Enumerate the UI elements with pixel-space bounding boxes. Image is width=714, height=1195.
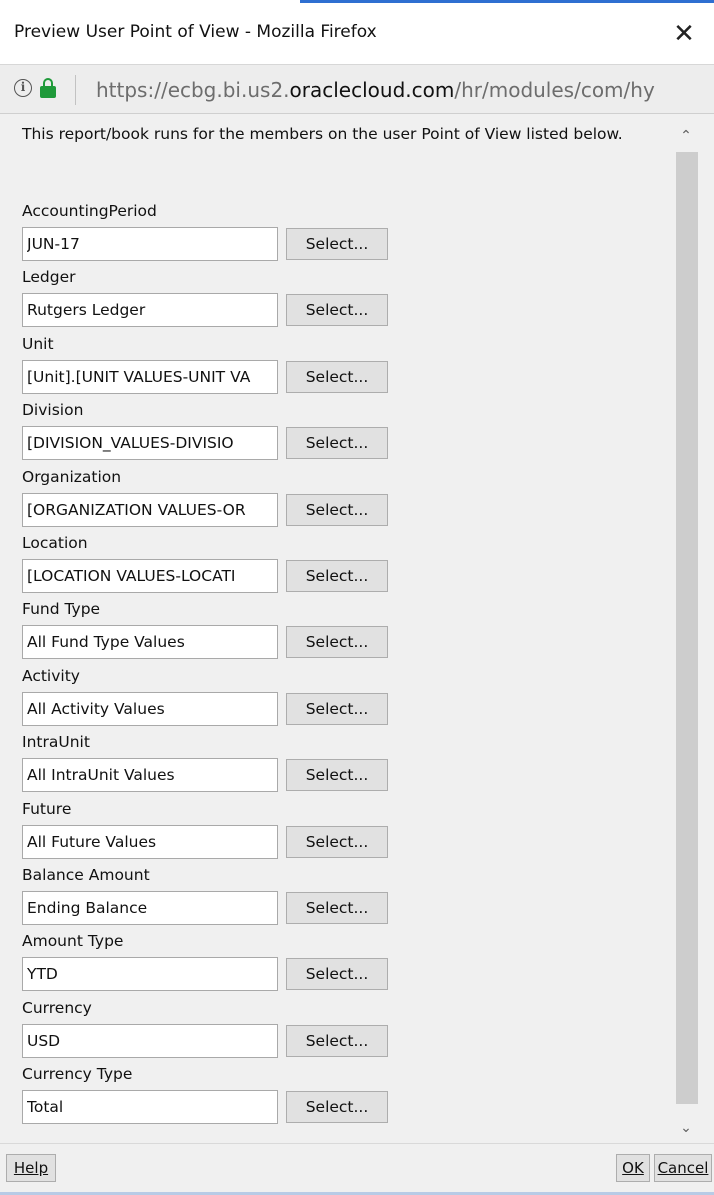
field-value-input[interactable] — [22, 625, 278, 660]
field-value-input[interactable] — [22, 1090, 278, 1125]
scroll-up-arrow-icon[interactable]: ⌃ — [672, 122, 700, 150]
info-icon[interactable]: i — [14, 79, 32, 97]
select-button[interactable]: Select... — [286, 825, 388, 858]
field-label: AccountingPeriod — [22, 202, 157, 220]
select-button[interactable]: Select... — [286, 1091, 388, 1124]
field-label: Ledger — [22, 268, 76, 287]
select-button[interactable]: Select... — [286, 493, 388, 526]
select-button[interactable]: Select... — [286, 759, 388, 792]
help-button[interactable]: Help — [6, 1154, 56, 1182]
window-title: Preview User Point of View - Mozilla Fir… — [14, 22, 377, 42]
field-label: Future — [22, 799, 72, 818]
select-button[interactable]: Select... — [286, 360, 388, 393]
window-top-accent — [300, 0, 714, 3]
select-button[interactable]: Select... — [286, 892, 388, 924]
lock-icon[interactable] — [40, 78, 56, 98]
field-value-input[interactable] — [22, 824, 278, 859]
lock-body — [40, 86, 56, 98]
field-label: Fund Type — [22, 600, 101, 619]
field-value-input[interactable] — [22, 1023, 278, 1058]
field-label: IntraUnit — [22, 733, 90, 752]
scroll-down-arrow-icon[interactable]: ⌄ — [672, 1114, 700, 1142]
field-label: Division — [22, 401, 84, 420]
close-button[interactable]: ✕ — [662, 12, 706, 56]
field-value-input[interactable] — [22, 426, 278, 461]
select-button[interactable]: Select... — [286, 626, 388, 659]
field-value-input[interactable] — [22, 293, 278, 328]
select-button[interactable]: Select... — [286, 560, 388, 592]
pov-content: This report/book runs for the members on… — [0, 114, 714, 1143]
field-value-input[interactable] — [22, 758, 278, 793]
dialog-footer: Help OK Cancel — [0, 1143, 714, 1195]
select-button[interactable]: Select... — [286, 1024, 388, 1057]
ok-button[interactable]: OK — [616, 1154, 650, 1182]
select-button[interactable]: Select... — [286, 958, 388, 991]
field-value-input[interactable] — [22, 359, 278, 394]
field-value-input[interactable] — [22, 891, 278, 925]
url-text[interactable]: https://ecbg.bi.us2.oraclecloud.com/hr/m… — [96, 78, 655, 102]
field-value-input[interactable] — [22, 492, 278, 527]
field-value-input[interactable] — [22, 227, 278, 261]
url-domain: oraclecloud.com — [289, 78, 455, 102]
field-label: Location — [22, 534, 88, 552]
scroll-thumb[interactable] — [676, 152, 698, 1104]
select-button[interactable]: Select... — [286, 427, 388, 460]
url-suffix: /hr/modules/com/hy — [454, 78, 655, 102]
field-value-input[interactable] — [22, 957, 278, 992]
select-button[interactable]: Select... — [286, 692, 388, 725]
field-label: Currency — [22, 998, 92, 1017]
select-button[interactable]: Select... — [286, 228, 388, 260]
url-prefix: https://ecbg.bi.us2. — [96, 78, 290, 102]
title-bar: Preview User Point of View - Mozilla Fir… — [0, 4, 714, 64]
cancel-button[interactable]: Cancel — [654, 1154, 712, 1182]
select-button[interactable]: Select... — [286, 294, 388, 327]
field-value-input[interactable] — [22, 691, 278, 726]
field-label: Activity — [22, 666, 80, 685]
field-label: Currency Type — [22, 1065, 133, 1084]
field-label: Balance Amount — [22, 866, 150, 884]
field-label: Organization — [22, 467, 122, 486]
address-bar: i https://ecbg.bi.us2.oraclecloud.com/hr… — [0, 64, 714, 114]
field-label: Unit — [22, 334, 54, 353]
field-label: Amount Type — [22, 932, 124, 951]
field-value-input[interactable] — [22, 559, 278, 593]
intro-text: This report/book runs for the members on… — [22, 125, 623, 143]
address-separator — [75, 75, 76, 105]
vertical-scrollbar[interactable]: ⌃ ⌄ — [672, 114, 700, 1143]
